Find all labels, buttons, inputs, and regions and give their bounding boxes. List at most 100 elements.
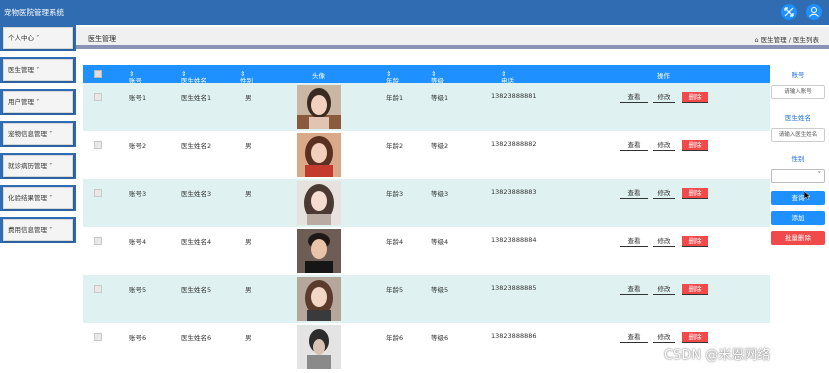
header-account[interactable]: 账号 ⇕ — [129, 70, 142, 85]
row-checkbox[interactable] — [94, 141, 102, 149]
cell-age: 年龄6 — [386, 334, 404, 342]
sidebar-item-label: 就诊病历管理 ˅ — [3, 155, 73, 177]
edit-button[interactable]: 修改 — [653, 92, 675, 103]
chevron-down-icon: ˅ — [49, 194, 53, 202]
cell-phone: 13823888885 — [491, 284, 537, 292]
cell-name: 医生姓名6 — [181, 334, 212, 342]
edit-button[interactable]: 修改 — [653, 284, 675, 295]
header-gender[interactable]: 性别 ⇕ — [240, 70, 253, 85]
breadcrumb: ⌂ 医生管理 / 医生列表 — [754, 34, 819, 44]
cell-age: 年龄2 — [386, 142, 404, 150]
cell-age: 年龄1 — [386, 94, 404, 102]
cell-level: 等级2 — [431, 142, 449, 150]
header-level[interactable]: 等级 ⇕ — [431, 70, 444, 85]
view-button[interactable]: 查看 — [620, 332, 648, 343]
cell-name: 医生姓名5 — [181, 286, 212, 294]
cell-account: 账号2 — [129, 142, 147, 150]
header-name[interactable]: 医生姓名 ⇕ — [181, 70, 207, 85]
sidebar-item-profile[interactable]: 个人中心 ˅ — [0, 25, 76, 51]
sidebar-item-label: 个人中心 ˅ — [3, 27, 73, 49]
sidebar-item-pets[interactable]: 宠物信息管理 ˅ — [0, 121, 76, 147]
cell-account: 账号4 — [129, 238, 147, 246]
name-label: 医生姓名 — [785, 114, 811, 122]
page-title: 医生管理 — [88, 35, 116, 43]
table-row: 账号3 医生姓名3 男 年龄3 等级3 13823888883 查看 修改 删除 — [83, 179, 770, 227]
delete-button[interactable]: 删除 — [682, 188, 708, 199]
account-search-input[interactable]: 请输入账号 — [771, 85, 825, 99]
cell-account: 账号3 — [129, 190, 147, 198]
account-label: 账号 — [791, 71, 805, 79]
view-button[interactable]: 查看 — [620, 284, 648, 295]
query-button[interactable]: 查询 — [771, 191, 825, 205]
cell-name: 医生姓名2 — [181, 142, 212, 150]
sidebar-item-users[interactable]: 用户管理 ˅ — [0, 89, 76, 115]
chevron-down-icon: ˅ — [817, 171, 822, 179]
edit-button[interactable]: 修改 — [653, 140, 675, 151]
sidebar-item-text: 医生管理 — [8, 66, 34, 74]
sidebar-item-records[interactable]: 就诊病历管理 ˅ — [0, 153, 76, 179]
row-checkbox[interactable] — [94, 237, 102, 245]
cell-account: 账号5 — [129, 286, 147, 294]
edit-button[interactable]: 修改 — [653, 236, 675, 247]
chevron-down-icon: ˅ — [49, 130, 53, 138]
sidebar-item-text: 用户管理 — [8, 98, 34, 106]
cell-gender: 男 — [245, 286, 252, 294]
breadcrumb-text: 医生管理 / 医生列表 — [760, 36, 819, 44]
cell-level: 等级3 — [431, 190, 449, 198]
chevron-down-icon: ˅ — [36, 34, 40, 42]
avatar — [297, 85, 341, 129]
cell-phone: 13823888886 — [491, 332, 537, 340]
user-icon[interactable] — [806, 4, 822, 20]
select-all-checkbox[interactable] — [94, 70, 102, 78]
delete-button[interactable]: 删除 — [682, 332, 708, 343]
sidebar-item-lab-results[interactable]: 化验结果管理 ˅ — [0, 185, 76, 211]
row-checkbox[interactable] — [94, 333, 102, 341]
table-row: 账号2 医生姓名2 男 年龄2 等级2 13823888882 查看 修改 删除 — [83, 131, 770, 179]
edit-button[interactable]: 修改 — [653, 332, 675, 343]
header-avatar: 头像 — [312, 72, 325, 80]
app-title: 宠物医院管理系统 — [4, 8, 64, 17]
sidebar-item-label: 宠物信息管理 ˅ — [3, 123, 73, 145]
expand-icon[interactable] — [781, 4, 797, 20]
cell-level: 等级1 — [431, 94, 449, 102]
cell-name: 医生姓名1 — [181, 94, 212, 102]
edit-button[interactable]: 修改 — [653, 188, 675, 199]
home-icon[interactable]: ⌂ — [754, 36, 758, 44]
sidebar-item-label: 医生管理 ˅ — [3, 59, 73, 81]
row-checkbox[interactable] — [94, 93, 102, 101]
view-button[interactable]: 查看 — [620, 236, 648, 247]
row-checkbox[interactable] — [94, 285, 102, 293]
delete-button[interactable]: 删除 — [682, 140, 708, 151]
chevron-down-icon: ˅ — [49, 226, 53, 234]
sidebar-item-fees[interactable]: 费用信息管理 ˅ — [0, 217, 76, 243]
cell-gender: 男 — [245, 94, 252, 102]
cell-level: 等级5 — [431, 286, 449, 294]
view-button[interactable]: 查看 — [620, 140, 648, 151]
cell-phone: 13823888883 — [491, 188, 537, 196]
avatar — [297, 229, 341, 273]
cell-age: 年龄5 — [386, 286, 404, 294]
cell-phone: 13823888881 — [491, 92, 537, 100]
delete-button[interactable]: 删除 — [682, 284, 708, 295]
row-checkbox[interactable] — [94, 189, 102, 197]
cell-gender: 男 — [245, 142, 252, 150]
cell-gender: 男 — [245, 334, 252, 342]
delete-button[interactable]: 删除 — [682, 92, 708, 103]
view-button[interactable]: 查看 — [620, 188, 648, 199]
name-search-input[interactable]: 请输入医生姓名 — [771, 128, 825, 142]
cell-level: 等级6 — [431, 334, 449, 342]
add-button[interactable]: 添加 — [771, 211, 825, 225]
table-row: 账号1 医生姓名1 男 年龄1 等级1 13823888881 查看 修改 删除 — [83, 83, 770, 131]
cell-name: 医生姓名3 — [181, 190, 212, 198]
header-phone[interactable]: 电话 ⇕ — [501, 70, 514, 85]
gender-select[interactable]: ˅ — [771, 169, 825, 183]
delete-button[interactable]: 删除 — [682, 236, 708, 247]
batch-delete-button[interactable]: 批量删除 — [771, 231, 825, 245]
chevron-down-icon: ˅ — [36, 66, 40, 74]
sidebar-item-text: 就诊病历管理 — [8, 162, 47, 170]
sidebar-item-text: 费用信息管理 — [8, 226, 47, 234]
view-button[interactable]: 查看 — [620, 92, 648, 103]
header-age[interactable]: 年龄 ⇕ — [386, 70, 399, 85]
table-row: 账号4 医生姓名4 男 年龄4 等级4 13823888884 查看 修改 删除 — [83, 227, 770, 275]
sidebar-item-doctors[interactable]: 医生管理 ˅ — [0, 57, 76, 83]
